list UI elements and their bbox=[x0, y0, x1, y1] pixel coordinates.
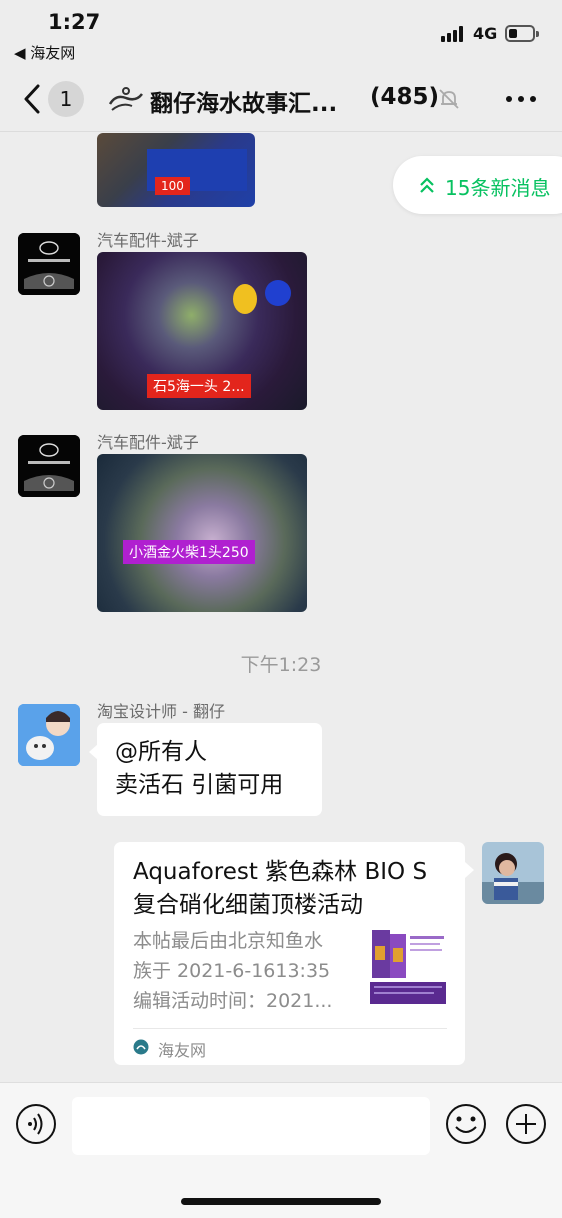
cartoon-avatar-icon bbox=[18, 704, 80, 766]
card-title: Aquaforest 紫色森林 BIO S 复合硝化细菌顶楼活动 bbox=[133, 859, 428, 918]
text-message-bubble[interactable]: @所有人 卖活石 引菌可用 bbox=[97, 723, 322, 816]
network-type: 4G bbox=[473, 24, 498, 43]
signal-icon bbox=[441, 26, 467, 42]
source-logo-icon bbox=[133, 1039, 149, 1055]
group-logo-icon bbox=[108, 87, 143, 111]
price-tag: 石5海一头 2... bbox=[147, 374, 251, 398]
sender-avatar[interactable] bbox=[18, 435, 80, 497]
link-card-message[interactable]: Aquaforest 紫色森林 BIO S 复合硝化细菌顶楼活动 本帖最后由北京… bbox=[114, 842, 465, 1065]
sender-name: 淘宝设计师 - 翻仔 bbox=[97, 702, 225, 721]
new-messages-button[interactable]: 15条新消息 bbox=[393, 156, 562, 214]
back-chevron-icon[interactable] bbox=[18, 82, 46, 116]
battery-icon bbox=[505, 25, 539, 42]
home-indicator[interactable] bbox=[181, 1198, 381, 1205]
bubble-tail bbox=[465, 862, 474, 878]
chat-header: 1 翻仔海水故事汇... (485) bbox=[0, 66, 562, 132]
message-text-line: 卖活石 引菌可用 bbox=[115, 772, 284, 798]
sender-avatar[interactable] bbox=[18, 233, 80, 295]
photo-avatar-icon bbox=[482, 842, 544, 904]
chat-image[interactable]: 石5海一头 2... bbox=[97, 252, 307, 410]
chat-title: 翻仔海水故事汇... bbox=[150, 91, 338, 117]
status-time: 1:27 bbox=[48, 10, 101, 34]
price-tag: 小酒金火柴1头250 bbox=[123, 540, 255, 564]
status-bar: 1:27 ◀ 海友网 4G bbox=[0, 0, 562, 66]
double-chevron-up-icon bbox=[420, 177, 434, 193]
chat-image[interactable]: 小酒金火柴1头250 bbox=[97, 454, 307, 612]
sender-avatar[interactable] bbox=[18, 704, 80, 766]
member-count: (485) bbox=[370, 84, 440, 110]
add-attachment-icon[interactable] bbox=[505, 1103, 547, 1145]
input-bar bbox=[0, 1082, 562, 1218]
emoji-icon[interactable] bbox=[445, 1103, 487, 1145]
lexus-logo-icon bbox=[18, 435, 80, 497]
sender-name: 汽车配件-斌子 bbox=[97, 231, 199, 250]
card-source: 海友网 bbox=[158, 1041, 207, 1060]
new-messages-label: 15条新消息 bbox=[445, 176, 551, 200]
time-divider: 下午1:23 bbox=[240, 654, 322, 676]
unread-badge[interactable]: 1 bbox=[48, 81, 84, 117]
voice-input-icon[interactable] bbox=[15, 1103, 57, 1145]
sender-name: 汽车配件-斌子 bbox=[97, 433, 199, 452]
card-divider bbox=[133, 1028, 447, 1029]
card-description: 本帖最后由北京知鱼水 族于 2021-6-1613:35 编辑活动时间：2021… bbox=[133, 930, 333, 1012]
lexus-logo-icon bbox=[18, 233, 80, 295]
mute-bell-icon bbox=[439, 89, 459, 109]
more-options-icon[interactable] bbox=[506, 96, 536, 104]
chat-image[interactable]: 100 bbox=[97, 133, 255, 207]
message-text-line: @所有人 bbox=[115, 739, 207, 765]
card-thumbnail bbox=[370, 926, 446, 1004]
my-avatar[interactable] bbox=[482, 842, 544, 904]
message-input[interactable] bbox=[72, 1097, 430, 1155]
price-tag: 100 bbox=[155, 177, 190, 195]
back-to-app-link[interactable]: ◀ 海友网 bbox=[14, 42, 75, 63]
